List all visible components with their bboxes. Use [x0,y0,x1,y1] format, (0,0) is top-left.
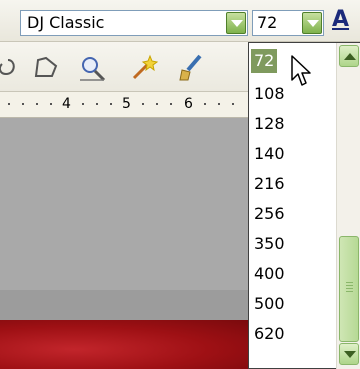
font-size-option[interactable]: 140 [254,139,285,169]
ruler-label: 4 [62,96,71,112]
polygon-lasso-icon[interactable] [30,52,62,84]
canvas-margin [0,290,248,320]
brush-icon[interactable] [174,52,206,84]
lasso-icon[interactable] [0,52,22,84]
ruler-label: 6 [184,96,193,112]
font-color-icon[interactable]: A [332,9,360,37]
font-name-dropdown-button[interactable] [226,12,246,34]
font-size-value: 72 [257,13,278,32]
font-size-option[interactable]: 350 [254,229,285,259]
font-size-option[interactable]: 108 [254,79,285,109]
font-name-combobox[interactable]: DJ Classic [20,10,248,36]
canvas-area[interactable] [0,118,248,290]
dropdown-scrollbar[interactable] [336,43,360,369]
font-size-option[interactable]: 256 [254,199,285,229]
font-name-value: DJ Classic [27,13,105,32]
ruler-label: 5 [122,96,131,112]
magic-wand-icon[interactable] [128,52,160,84]
font-size-option[interactable]: 500 [254,289,285,319]
horizontal-ruler: 4 5 6 [0,92,248,118]
font-size-option[interactable]: 72 [251,49,278,73]
scroll-down-button[interactable] [339,343,359,365]
scroll-up-button[interactable] [339,45,359,67]
mouse-pointer-icon [290,54,312,88]
canvas-image-red[interactable] [0,320,248,369]
tools-toolbar [0,42,248,92]
font-size-option[interactable]: 620 [254,319,285,349]
font-size-option[interactable]: 216 [254,169,285,199]
scroll-thumb[interactable] [339,236,359,342]
font-size-combobox[interactable]: 72 [252,10,324,36]
zoom-icon[interactable] [76,52,108,84]
font-size-option[interactable]: 128 [254,109,285,139]
text-toolbar: DJ Classic 72 A [0,0,360,42]
font-size-dropdown-button[interactable] [302,12,322,34]
font-size-option[interactable]: 400 [254,259,285,289]
